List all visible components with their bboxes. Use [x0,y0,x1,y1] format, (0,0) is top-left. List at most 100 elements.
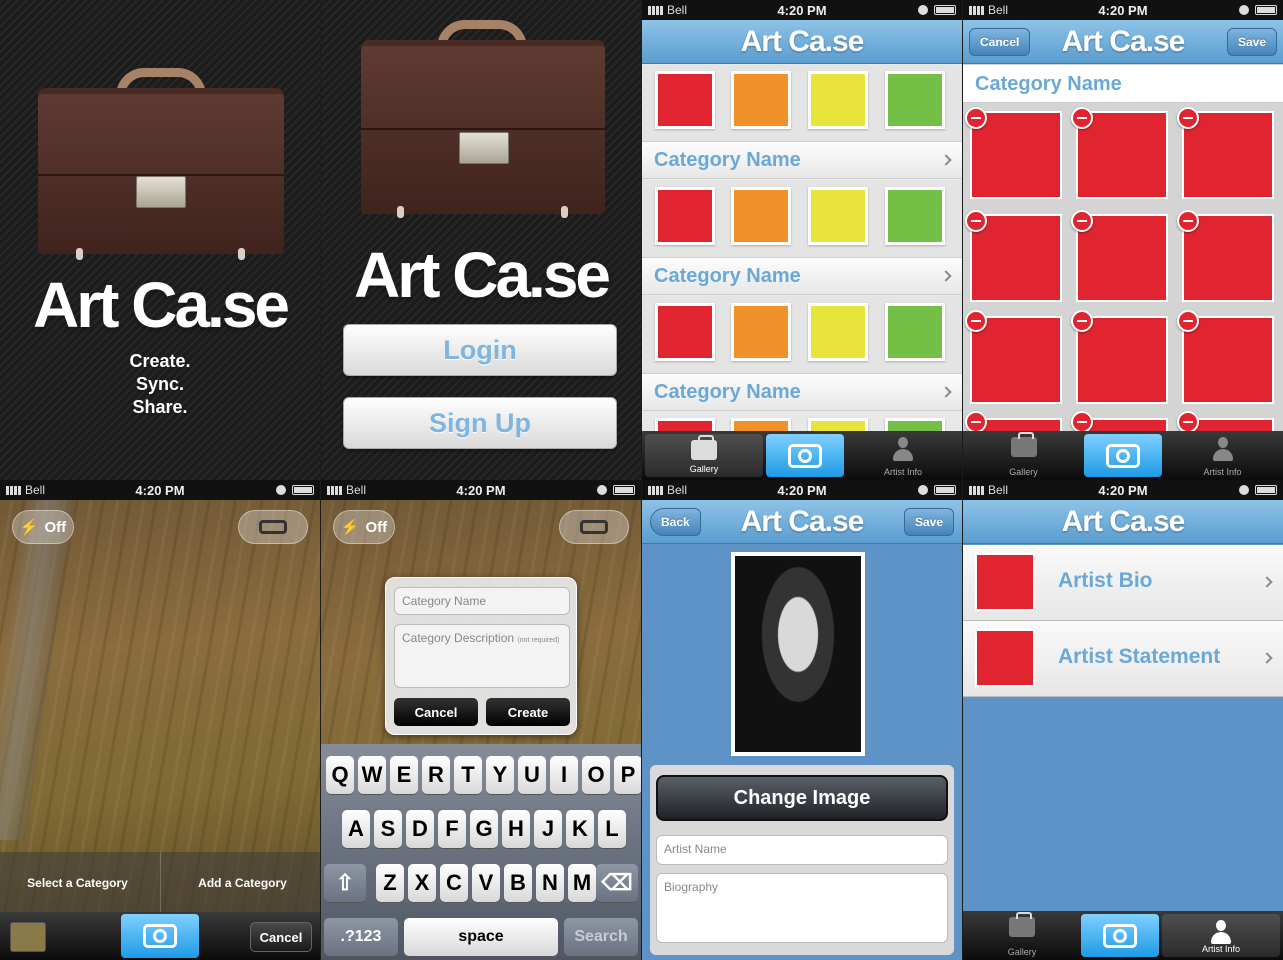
status-bar: Bell 4:20 PM [642,480,962,500]
tab-gallery[interactable]: Gallery [963,911,1081,960]
key-v[interactable]: V [472,864,500,902]
key-p[interactable]: P [614,756,641,794]
category-row[interactable]: Category Name [642,257,962,295]
artwork-thumb[interactable] [808,71,868,129]
key-z[interactable]: Z [376,864,404,902]
delete-icon[interactable] [1177,310,1199,332]
key-w[interactable]: W [358,756,386,794]
artwork-thumb[interactable] [885,303,945,361]
delete-icon[interactable] [1071,107,1093,129]
change-image-button[interactable]: Change Image [656,775,948,821]
artwork-thumb[interactable] [808,303,868,361]
artwork-thumb[interactable] [885,71,945,129]
tab-artist-info[interactable]: Artist Info [1162,431,1283,480]
key-o[interactable]: O [582,756,610,794]
key-r[interactable]: R [422,756,450,794]
category-name-field[interactable]: Category Name [975,73,1122,96]
artist-bio-row[interactable]: Artist Bio [963,545,1283,621]
cancel-button[interactable]: Cancel [969,28,1031,56]
key-h[interactable]: H [502,810,530,848]
key-b[interactable]: B [504,864,532,902]
photo-thumbnail[interactable] [10,922,46,952]
select-category-button[interactable]: Select a Category [0,876,155,890]
key-m[interactable]: M [568,864,596,902]
artwork-thumb[interactable] [808,187,868,245]
battery-icon [1255,485,1277,495]
artist-statement-row[interactable]: Artist Statement [963,621,1283,697]
shift-key[interactable]: ⇧ [324,864,366,902]
key-g[interactable]: G [470,810,498,848]
flash-toggle[interactable]: ⚡ Off [333,510,395,544]
biography-input[interactable]: Biography [656,873,948,943]
artwork-thumb[interactable] [731,71,791,129]
delete-icon[interactable] [1071,210,1093,232]
artwork-tile[interactable] [1182,316,1274,404]
tab-artist-info[interactable]: Artist Info [1162,914,1280,957]
key-n[interactable]: N [536,864,564,902]
switch-camera-button[interactable] [238,510,308,544]
key-j[interactable]: J [534,810,562,848]
flash-toggle[interactable]: ⚡ Off [12,510,74,544]
delete-icon[interactable] [1071,310,1093,332]
signup-button[interactable]: Sign Up [343,397,617,449]
artwork-thumb[interactable] [885,187,945,245]
delete-icon[interactable] [965,411,987,433]
delete-icon[interactable] [1177,210,1199,232]
artwork-thumb[interactable] [655,187,715,245]
tab-gallery[interactable]: Gallery [645,434,763,477]
key-y[interactable]: Y [486,756,514,794]
space-key[interactable]: space [404,918,558,956]
artist-photo[interactable] [731,552,865,756]
tab-artist-info[interactable]: Artist Info [844,431,962,480]
camera-button[interactable] [1084,434,1162,477]
delete-icon[interactable] [965,107,987,129]
key-x[interactable]: X [408,864,436,902]
shutter-button[interactable] [121,914,199,958]
cancel-button[interactable]: Cancel [250,922,312,952]
category-description-input[interactable]: Category Description (not required) [394,624,570,688]
key-f[interactable]: F [438,810,466,848]
key-u[interactable]: U [518,756,546,794]
key-c[interactable]: C [440,864,468,902]
artwork-thumb[interactable] [731,187,791,245]
add-category-button[interactable]: Add a Category [165,876,320,890]
artist-name-input[interactable]: Artist Name [656,835,948,865]
key-q[interactable]: Q [326,756,354,794]
login-button[interactable]: Login [343,324,617,376]
cancel-button[interactable]: Cancel [394,698,478,726]
key-t[interactable]: T [454,756,482,794]
key-s[interactable]: S [374,810,402,848]
key-i[interactable]: I [550,756,578,794]
save-button[interactable]: Save [903,508,954,536]
create-button[interactable]: Create [486,698,570,726]
artwork-thumb[interactable] [655,71,715,129]
delete-icon[interactable] [965,210,987,232]
save-button[interactable]: Save [1226,28,1277,56]
key-l[interactable]: L [598,810,626,848]
key-d[interactable]: D [406,810,434,848]
artwork-tile[interactable] [1076,316,1168,404]
keyboard: QWERTYUIOP ASDFGHJKL ZXCVBNM ⇧ ⌫ .?123 spa… [321,744,641,960]
back-button[interactable]: Back [650,508,701,536]
artwork-thumb[interactable] [655,303,715,361]
category-row[interactable]: Category Name [642,141,962,179]
key-e[interactable]: E [390,756,418,794]
camera-button[interactable] [766,434,844,477]
delete-icon[interactable] [1177,107,1199,129]
delete-icon[interactable] [1071,411,1093,433]
artwork-thumb[interactable] [731,303,791,361]
category-row[interactable]: Category Name [642,373,962,411]
search-key[interactable]: Search [564,918,638,956]
switch-camera-button[interactable] [559,510,629,544]
key-a[interactable]: A [342,810,370,848]
delete-icon[interactable] [1177,411,1199,433]
delete-icon[interactable] [965,310,987,332]
key-k[interactable]: K [566,810,594,848]
tab-gallery[interactable]: Gallery [963,431,1084,480]
artwork-tile[interactable] [970,316,1062,404]
delete-key[interactable]: ⌫ [596,864,638,902]
category-name-input[interactable]: Category Name [394,587,570,615]
camera-button[interactable] [1081,914,1159,957]
numbers-key[interactable]: .?123 [324,918,398,956]
alarm-icon [276,485,286,495]
